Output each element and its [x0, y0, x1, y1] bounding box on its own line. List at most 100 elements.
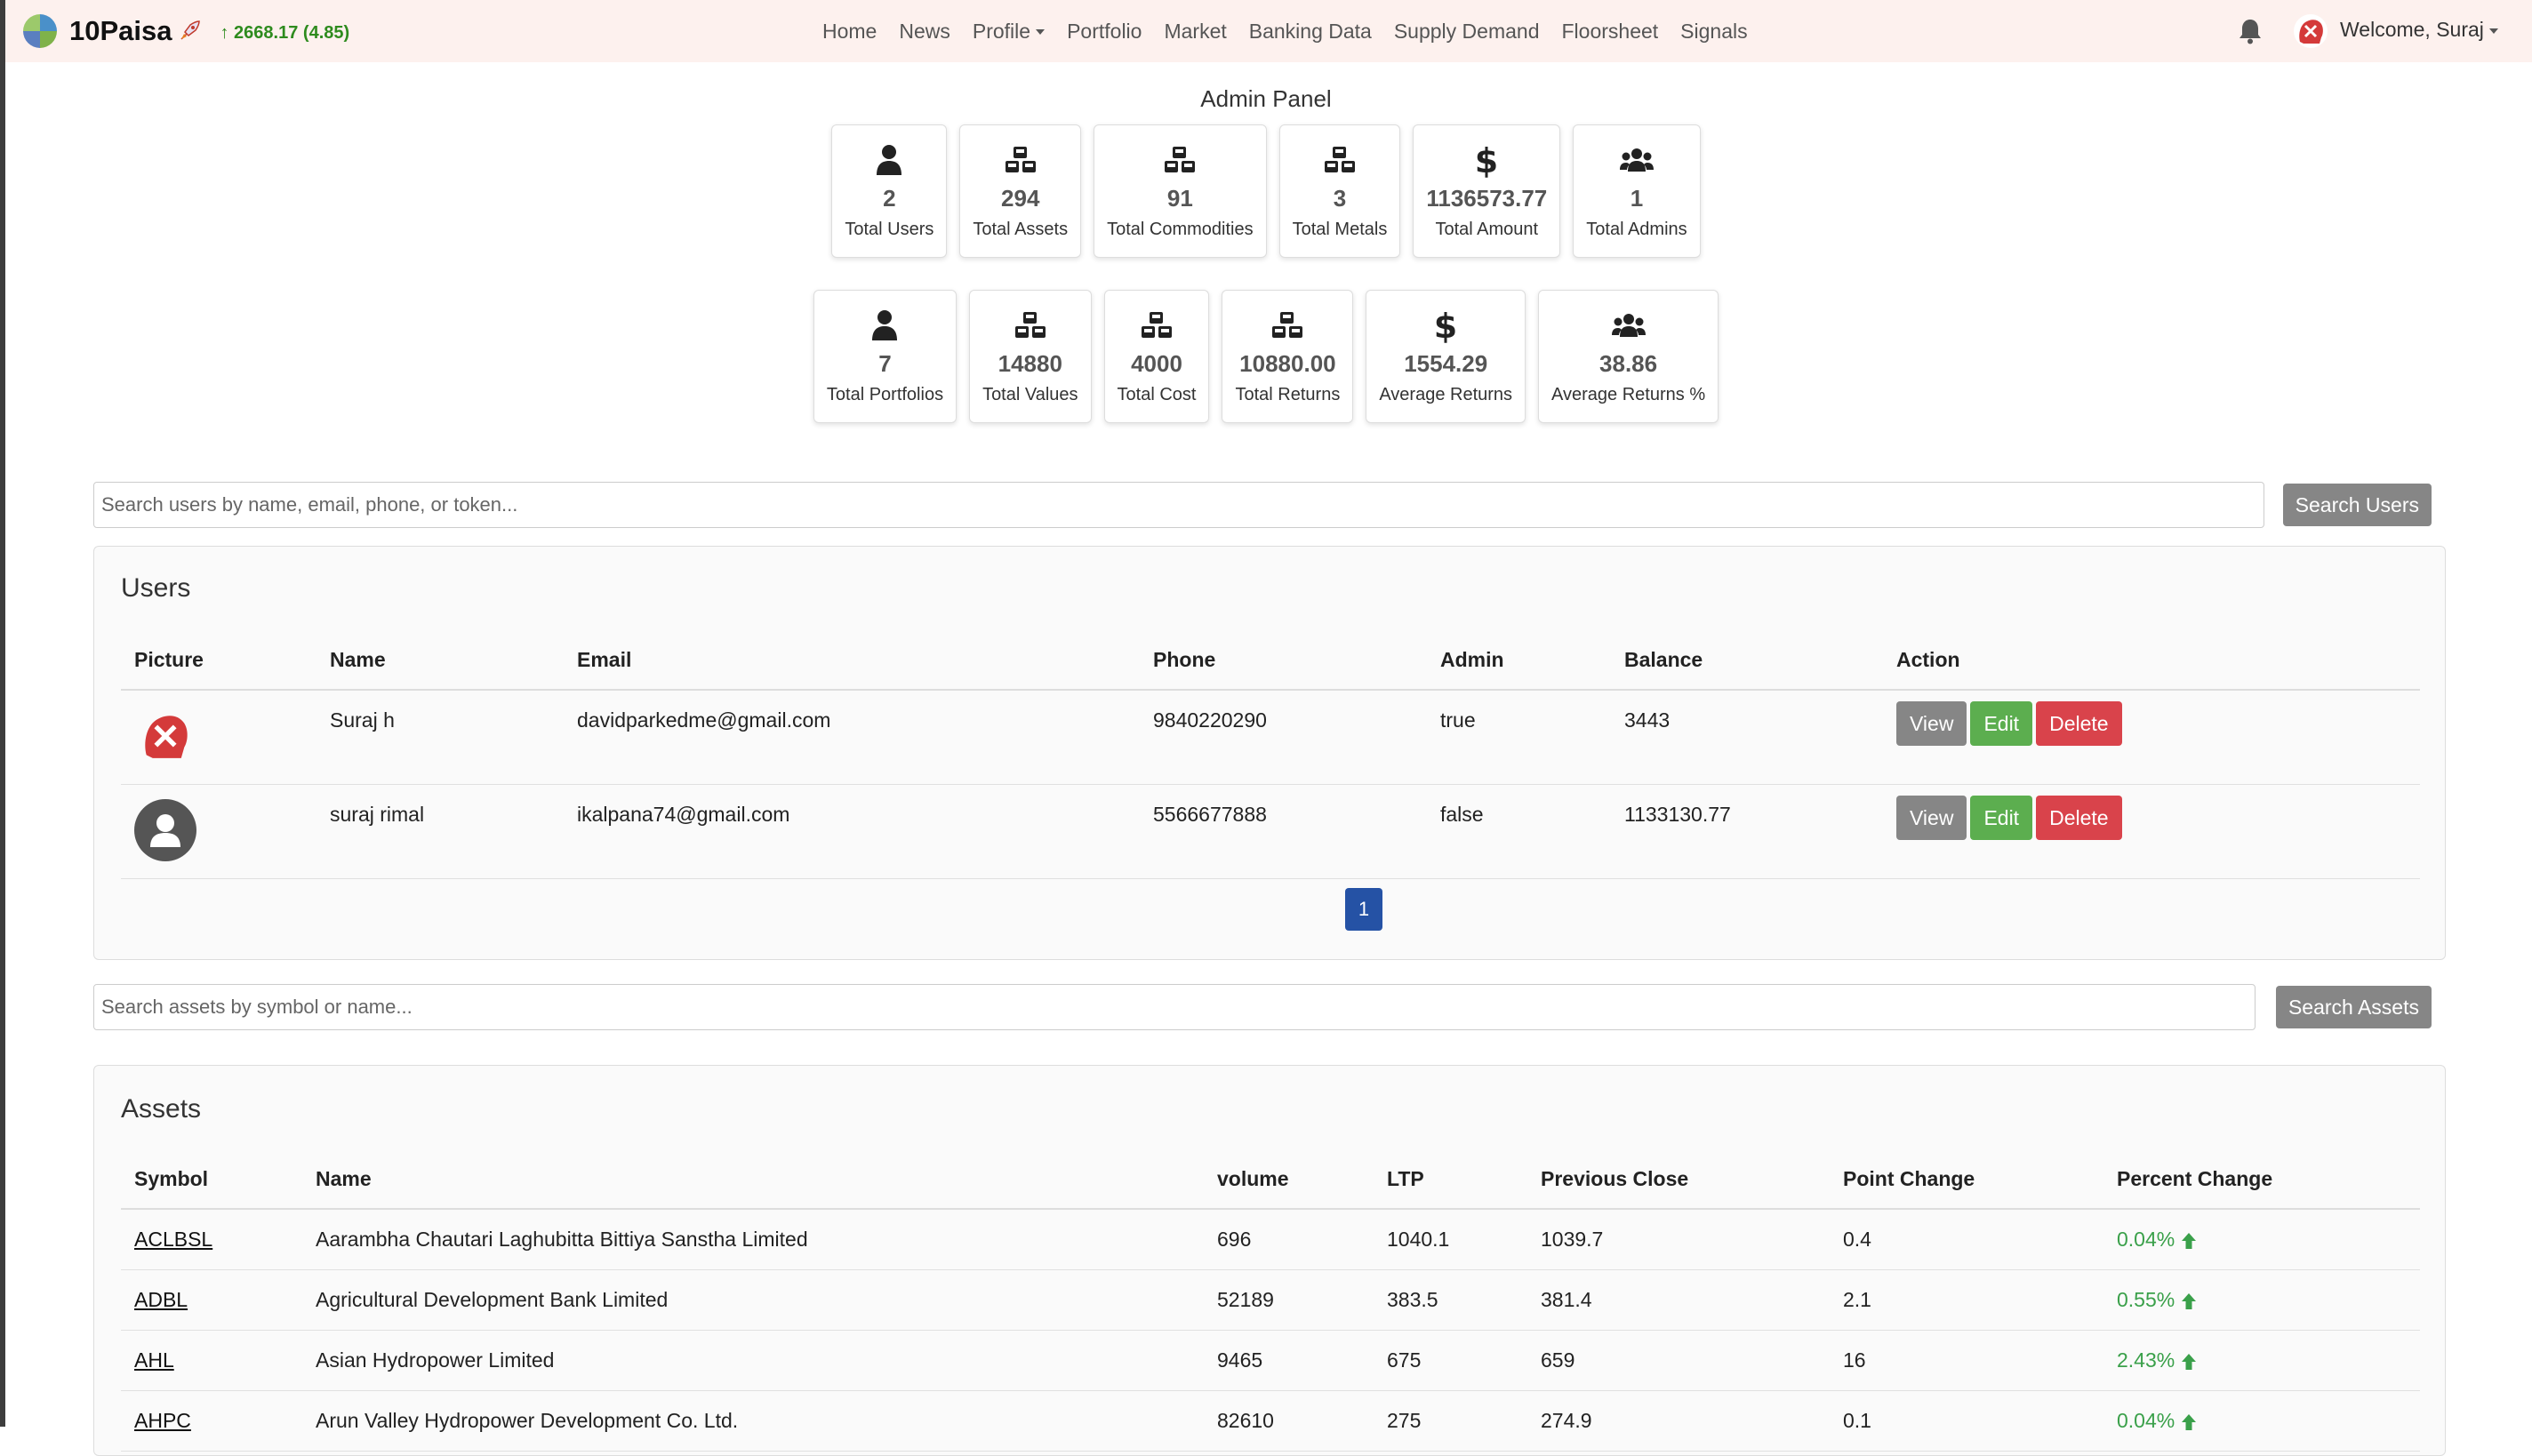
- previous-close-cell: 274.9: [1527, 1390, 1830, 1452]
- picture-cell: [121, 784, 316, 879]
- stat-label: Total Amount: [1435, 220, 1539, 239]
- volume-cell: 696: [1204, 1209, 1374, 1270]
- user-avatar-small[interactable]: [2294, 14, 2328, 48]
- stat-label: Total Assets: [973, 220, 1069, 239]
- table-row: suraj rimal ikalpana74@gmail.com 5566677…: [121, 784, 2420, 879]
- symbol-link[interactable]: ADBL: [134, 1288, 188, 1311]
- stat-card-total-users: 2 Total Users: [831, 124, 948, 258]
- view-button[interactable]: View: [1896, 795, 1967, 840]
- delete-button[interactable]: Delete: [2036, 701, 2122, 746]
- column-header: Action: [1883, 630, 2420, 691]
- stat-value: 14880: [998, 350, 1062, 377]
- symbol-cell: AHL: [121, 1330, 302, 1391]
- stat-label: Average Returns %: [1551, 385, 1706, 404]
- percent-change-value: 0.55%: [2117, 1288, 2175, 1311]
- stat-card-total-portfolios: 7 Total Portfolios: [813, 290, 958, 423]
- brand[interactable]: 10Paisa ↑ 2668.17 (4.85): [23, 12, 349, 50]
- stat-value: 2: [883, 185, 896, 212]
- stat-value: 1136573.77: [1426, 185, 1548, 212]
- cubes-icon: [1322, 142, 1358, 178]
- picture-cell: [121, 690, 316, 785]
- actions-cell: View Edit Delete: [1883, 690, 2420, 785]
- users-icon: [1619, 142, 1655, 178]
- symbol-cell: ACLBSL: [121, 1209, 302, 1270]
- nav-market[interactable]: Market: [1164, 20, 1226, 44]
- asset-name-cell: Aarambha Chautari Laghubitta Bittiya San…: [302, 1209, 1204, 1270]
- nav-floorsheet[interactable]: Floorsheet: [1562, 20, 1659, 44]
- column-header: Balance: [1611, 630, 1883, 691]
- point-change-cell: 0.1: [1830, 1390, 2103, 1452]
- previous-close-cell: 659: [1527, 1330, 1830, 1391]
- column-header: Name: [302, 1149, 1204, 1210]
- nav-banking-data[interactable]: Banking Data: [1249, 20, 1372, 44]
- percent-change-value: 0.04%: [2117, 1228, 2175, 1251]
- user-search-row: Search Users: [93, 482, 2432, 528]
- nav-home[interactable]: Home: [822, 20, 877, 44]
- nav-news[interactable]: News: [899, 20, 950, 44]
- nav-portfolio[interactable]: Portfolio: [1067, 20, 1142, 44]
- volume-cell: 52189: [1204, 1269, 1374, 1331]
- symbol-link[interactable]: AHL: [134, 1348, 174, 1372]
- arrow-up-icon: [2182, 1413, 2197, 1430]
- pagination-page-1[interactable]: 1: [1345, 888, 1382, 931]
- asset-search-input[interactable]: [93, 984, 2256, 1030]
- stat-label: Total Users: [845, 220, 934, 239]
- bell-icon[interactable]: [2235, 16, 2265, 46]
- nav-profile-dropdown[interactable]: Profile: [973, 20, 1045, 44]
- stat-card-total-admins: 1 Total Admins: [1573, 124, 1701, 258]
- stat-card-total-amount: $ 1136573.77 Total Amount: [1413, 124, 1561, 258]
- column-header: Phone: [1140, 630, 1427, 691]
- index-ticker: ↑ 2668.17 (4.85): [220, 22, 350, 43]
- stat-card-total-values: 14880 Total Values: [969, 290, 1092, 423]
- edit-button[interactable]: Edit: [1970, 701, 2033, 746]
- assets-panel: Assets Symbol Name volume LTP Previous C…: [93, 1065, 2446, 1456]
- view-button[interactable]: View: [1896, 701, 1967, 746]
- search-users-button[interactable]: Search Users: [2282, 484, 2432, 526]
- column-header: Previous Close: [1527, 1149, 1830, 1210]
- brand-name: 10Paisa: [69, 15, 172, 46]
- previous-close-cell: 381.4: [1527, 1269, 1830, 1331]
- percent-change-value: 2.43%: [2117, 1348, 2175, 1372]
- column-header: LTP: [1374, 1149, 1527, 1210]
- symbol-link[interactable]: AHPC: [134, 1409, 191, 1432]
- search-assets-button[interactable]: Search Assets: [2275, 986, 2432, 1028]
- phone-cell: 9840220290: [1140, 690, 1427, 785]
- tools-avatar-icon: [2299, 20, 2323, 44]
- stat-label: Total Commodities: [1107, 220, 1254, 239]
- percent-change-cell: 0.04%: [2103, 1209, 2420, 1270]
- welcome-dropdown[interactable]: Welcome, Suraj: [2340, 18, 2498, 42]
- column-header: Admin: [1427, 630, 1611, 691]
- users-icon: [1611, 308, 1647, 343]
- point-change-cell: 2.1: [1830, 1269, 2103, 1331]
- volume-cell: 82610: [1204, 1390, 1374, 1452]
- cubes-icon: [1162, 142, 1198, 178]
- user-icon: [867, 308, 902, 343]
- column-header: Point Change: [1830, 1149, 2103, 1210]
- cubes-icon: [1003, 142, 1038, 178]
- users-title: Users: [121, 573, 191, 603]
- rocket-icon: [180, 20, 200, 40]
- dollar-icon: $: [1428, 308, 1463, 343]
- stat-value: 1: [1630, 185, 1644, 212]
- table-row: ACLBSL Aarambha Chautari Laghubitta Bitt…: [121, 1209, 2420, 1270]
- stat-value: 10880.00: [1239, 350, 1336, 377]
- nav-supply-demand[interactable]: Supply Demand: [1394, 20, 1540, 44]
- stat-card-total-assets: 294 Total Assets: [959, 124, 1082, 258]
- nav-signals[interactable]: Signals: [1680, 20, 1747, 44]
- symbol-link[interactable]: ACLBSL: [134, 1228, 212, 1251]
- nav-profile-label: Profile: [972, 19, 1031, 43]
- users-table: Picture Name Email Phone Admin Balance A…: [121, 630, 2420, 879]
- edit-button[interactable]: Edit: [1970, 795, 2033, 840]
- cubes-icon: [1270, 308, 1305, 343]
- ltp-cell: 383.5: [1374, 1269, 1527, 1331]
- column-header: volume: [1204, 1149, 1374, 1210]
- stat-card-average-returns-percent: 38.86 Average Returns %: [1538, 290, 1719, 423]
- arrow-up-icon: [2182, 1353, 2197, 1370]
- user-search-input[interactable]: [93, 482, 2264, 528]
- stat-card-total-metals: 3 Total Metals: [1278, 124, 1401, 258]
- stat-value: 91: [1166, 185, 1193, 212]
- actions-cell: View Edit Delete: [1883, 784, 2420, 879]
- table-row: AHL Asian Hydropower Limited 9465 675 65…: [121, 1330, 2420, 1391]
- delete-button[interactable]: Delete: [2036, 795, 2122, 840]
- cubes-icon: [1139, 308, 1174, 343]
